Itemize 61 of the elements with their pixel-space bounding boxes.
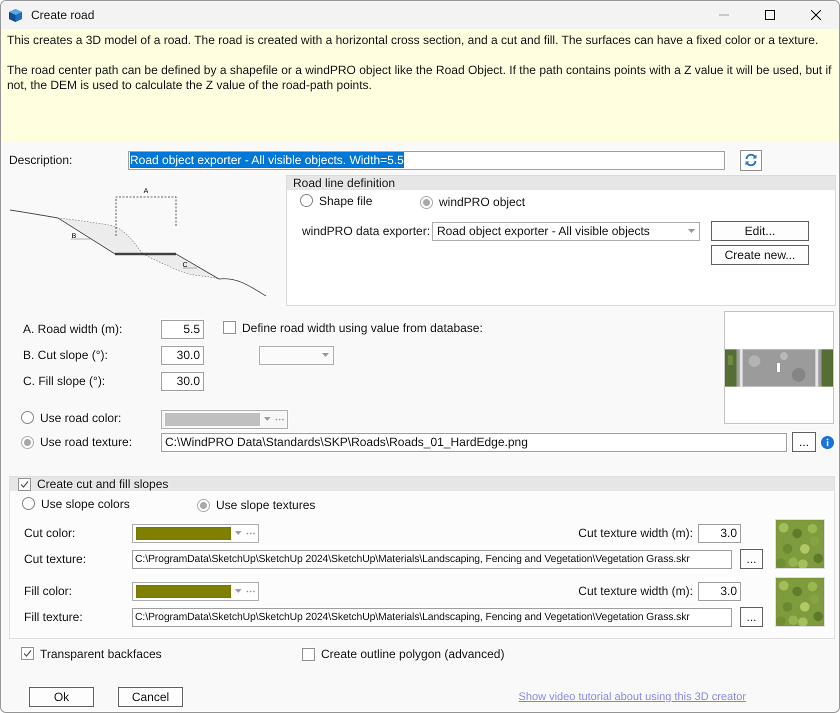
description-field[interactable]: Road object exporter - All visible objects. Width=5.5 (128, 150, 725, 170)
create-new-button[interactable]: Create new... (711, 245, 809, 265)
checkbox[interactable]: Transparent backfaces (21, 646, 162, 661)
texture-path-field[interactable]: C:\ProgramData\SketchUp\SketchUp 2024\SketchUp\Materials\Landscaping, Fencing and Vegetation\Vegetation Grass.skr (132, 550, 732, 568)
radio-button[interactable]: Use road color: (21, 410, 122, 425)
radio-button[interactable]: Use slope colors (22, 496, 130, 511)
more-icon (274, 418, 284, 420)
color-dropdown[interactable] (132, 582, 259, 600)
field-label: Cut texture: (23, 552, 88, 566)
number-field[interactable]: 3.0 (698, 582, 741, 600)
refresh-button[interactable] (740, 150, 762, 170)
caret-icon (322, 353, 329, 357)
color-dropdown[interactable] (161, 410, 288, 428)
maximize-icon (765, 10, 775, 20)
cancel-button[interactable]: Cancel (118, 687, 183, 707)
field-label: Description: (9, 153, 74, 167)
app-icon (8, 8, 23, 22)
checkbox[interactable]: Create outline polygon (advanced) (302, 647, 504, 661)
caret-icon (688, 229, 695, 233)
texture-path-field[interactable]: C:\ProgramData\SketchUp\SketchUp 2024\SketchUp\Materials\Landscaping, Fencing and Vegetation\Vegetation Grass.skr (132, 608, 732, 626)
close-icon (811, 10, 821, 20)
texture-path-field[interactable]: C:\WindPRO Data\Standards\SKP\Roads\Roads_01_HardEdge.png (161, 432, 787, 452)
info-text: The road center path can be defined by a shapefile or a windPRO object like the Road Object. If the path contains points with a Z value it will be used, but if not, the DEM is used to calculate the Z value of the road-path points. (7, 63, 832, 93)
browse-button[interactable]: ... (740, 607, 763, 627)
window-title: Create road (31, 8, 94, 22)
radio-button[interactable]: windPRO object (420, 195, 526, 210)
check-icon (20, 480, 29, 488)
exporter-dropdown[interactable]: Road object exporter - All visible objects (432, 222, 700, 240)
number-field[interactable]: 5.5 (161, 320, 204, 338)
info-icon[interactable] (821, 436, 834, 448)
field-label: Cut texture width (m): (578, 526, 693, 540)
caret-icon (235, 589, 242, 593)
group-title: Road line definition (293, 176, 396, 190)
number-field[interactable]: 30.0 (161, 346, 204, 364)
caret-icon (264, 417, 271, 421)
field-label: Fill color: (23, 584, 74, 598)
field-label: B. Cut slope (°): (22, 348, 109, 362)
more-icon (246, 590, 255, 592)
radio-button[interactable]: Shape file (300, 194, 372, 208)
browse-button[interactable]: ... (740, 549, 763, 569)
radio-button[interactable]: Use road texture: (21, 435, 132, 450)
edit-button[interactable]: Edit... (711, 221, 809, 241)
check-icon (23, 649, 32, 658)
field-label: Fill texture: (23, 610, 84, 624)
field-label: Cut color: (23, 526, 76, 540)
ok-button[interactable]: Ok (29, 687, 94, 707)
field-label: windPRO data exporter: (302, 224, 432, 238)
radio-button[interactable]: Use slope textures (197, 498, 316, 512)
color-dropdown[interactable] (132, 524, 259, 542)
browse-button[interactable]: ... (792, 432, 816, 452)
number-field[interactable]: 3.0 (698, 524, 741, 542)
checkbox[interactable]: Define road width using value from database: (223, 320, 483, 335)
field-label: Cut texture width (m): (578, 584, 693, 598)
number-field[interactable]: 30.0 (161, 372, 204, 390)
more-icon (246, 532, 255, 534)
field-label: C. Fill slope (°): (22, 374, 106, 388)
info-text: This creates a 3D model of a road. The road is created with a horizontal cross section, and a cut and fill. The surfaces can have a fixed color or a texture. (7, 33, 820, 48)
caret-icon (235, 531, 242, 535)
checkbox[interactable]: Create cut and fill slopes (18, 477, 168, 491)
field-label: A. Road width (m): (22, 322, 124, 336)
refresh-icon (744, 153, 758, 167)
